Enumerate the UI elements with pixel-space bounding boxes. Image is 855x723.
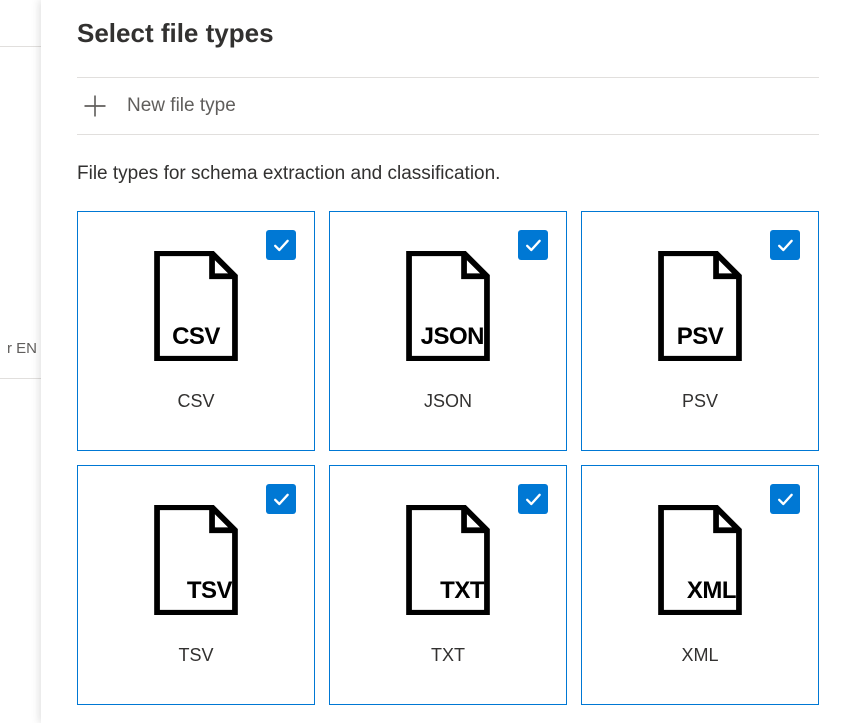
file-icon: PSV: [654, 251, 746, 361]
checkbox-csv[interactable]: [266, 230, 296, 260]
checkbox-json[interactable]: [518, 230, 548, 260]
file-icon-code: PSV: [654, 323, 746, 351]
checkmark-icon: [271, 235, 291, 255]
file-type-grid: CSV CSV JSON JSON: [77, 211, 819, 705]
checkbox-psv[interactable]: [770, 230, 800, 260]
checkbox-xml[interactable]: [770, 484, 800, 514]
file-type-card-psv[interactable]: PSV PSV: [581, 211, 819, 451]
file-type-card-csv[interactable]: CSV CSV: [77, 211, 315, 451]
checkmark-icon: [775, 489, 795, 509]
file-icon: XML: [654, 505, 746, 615]
file-icon-code: TSV: [150, 577, 242, 605]
file-icon: TXT: [402, 505, 494, 615]
background-text-fragment: r EN: [7, 340, 37, 357]
background-divider: [0, 378, 41, 379]
file-type-label: TSV: [178, 645, 213, 666]
background-header-strip: [0, 0, 41, 47]
file-type-label: CSV: [177, 391, 214, 412]
file-icon: CSV: [150, 251, 242, 361]
page-title: Select file types: [77, 18, 819, 49]
new-file-type-label: New file type: [127, 95, 236, 117]
select-file-types-panel: Select file types New file type File typ…: [41, 0, 855, 723]
file-icon: JSON: [402, 251, 494, 361]
file-icon-code: JSON: [402, 323, 494, 351]
file-type-label: JSON: [424, 391, 472, 412]
description-text: File types for schema extraction and cla…: [77, 163, 819, 185]
file-type-card-tsv[interactable]: TSV TSV: [77, 465, 315, 705]
file-type-label: PSV: [682, 391, 718, 412]
file-type-card-xml[interactable]: XML XML: [581, 465, 819, 705]
file-icon-code: TXT: [402, 577, 494, 605]
new-file-type-button[interactable]: New file type: [77, 77, 819, 135]
file-icon: TSV: [150, 505, 242, 615]
file-icon-code: CSV: [150, 323, 242, 351]
checkbox-txt[interactable]: [518, 484, 548, 514]
file-icon-code: XML: [654, 577, 746, 605]
checkbox-tsv[interactable]: [266, 484, 296, 514]
checkmark-icon: [523, 235, 543, 255]
checkmark-icon: [523, 489, 543, 509]
checkmark-icon: [775, 235, 795, 255]
file-type-label: TXT: [431, 645, 465, 666]
plus-icon: [81, 92, 109, 120]
checkmark-icon: [271, 489, 291, 509]
background-content: r EN: [0, 0, 41, 723]
file-type-card-json[interactable]: JSON JSON: [329, 211, 567, 451]
file-type-label: XML: [681, 645, 718, 666]
file-type-card-txt[interactable]: TXT TXT: [329, 465, 567, 705]
